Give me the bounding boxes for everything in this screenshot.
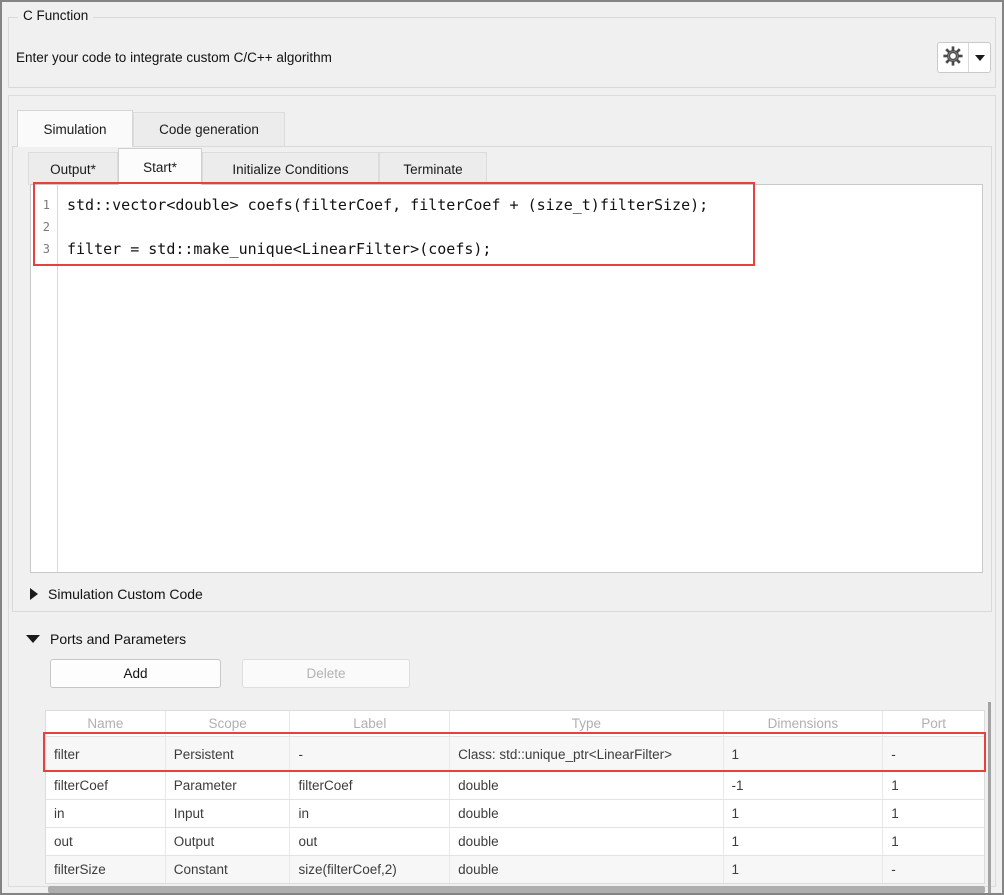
cell-dimensions[interactable]: 1 — [724, 737, 884, 771]
column-header-scope[interactable]: Scope — [166, 711, 291, 736]
cell-type[interactable]: Class: std::unique_ptr<LinearFilter> — [450, 737, 723, 771]
line-number: 1 — [31, 194, 57, 216]
add-button[interactable]: Add — [50, 659, 221, 688]
settings-split-button[interactable] — [937, 42, 991, 73]
cell-scope[interactable]: Input — [166, 800, 291, 827]
cell-name[interactable]: in — [46, 800, 166, 827]
column-header-port[interactable]: Port — [883, 711, 984, 736]
cell-label[interactable]: filterCoef — [290, 772, 450, 799]
cell-name[interactable]: filter — [46, 737, 166, 771]
tab-terminate-label: Terminate — [403, 162, 462, 177]
settings-button[interactable] — [938, 43, 969, 72]
code-line: filter = std::make_unique<LinearFilter>(… — [67, 238, 982, 260]
caret-down-icon — [975, 55, 985, 61]
c-function-dialog: C Function Enter your code to integrate … — [0, 0, 1004, 895]
cell-port[interactable]: 1 — [883, 800, 984, 827]
cell-dimensions[interactable]: 1 — [724, 856, 884, 883]
cell-port[interactable]: - — [883, 856, 984, 883]
triangle-right-icon — [30, 588, 38, 600]
gear-icon — [943, 46, 963, 69]
table-row-filter[interactable]: filter Persistent - Class: std::unique_p… — [46, 736, 984, 771]
tab-output-label: Output* — [50, 162, 96, 177]
cell-port[interactable]: 1 — [883, 828, 984, 855]
table-row-filtercoef[interactable]: filterCoef Parameter filterCoef double -… — [46, 771, 984, 799]
cell-name[interactable]: filterCoef — [46, 772, 166, 799]
table-header-row: Name Scope Label Type Dimensions Port — [46, 711, 984, 736]
cell-label[interactable]: - — [290, 737, 450, 771]
dialog-description: Enter your code to integrate custom C/C+… — [16, 50, 332, 65]
cell-type[interactable]: double — [450, 828, 723, 855]
cell-scope[interactable]: Constant — [166, 856, 291, 883]
tab-initialize-conditions[interactable]: Initialize Conditions — [202, 152, 379, 185]
cell-name[interactable]: out — [46, 828, 166, 855]
add-button-label: Add — [123, 666, 147, 681]
cell-label[interactable]: in — [290, 800, 450, 827]
tab-start-label: Start* — [143, 160, 177, 175]
tab-terminate[interactable]: Terminate — [379, 152, 487, 185]
tab-simulation-label: Simulation — [43, 122, 106, 137]
simulation-custom-code-label: Simulation Custom Code — [48, 586, 203, 602]
tab-code-generation-label: Code generation — [159, 122, 259, 137]
delete-button-label: Delete — [306, 666, 345, 681]
tab-start[interactable]: Start* — [118, 148, 202, 185]
table-vertical-scrollbar[interactable] — [988, 702, 991, 893]
code-line: std::vector<double> coefs(filterCoef, fi… — [67, 194, 982, 216]
cell-label[interactable]: size(filterCoef,2) — [290, 856, 450, 883]
delete-button[interactable]: Delete — [242, 659, 410, 688]
cell-port[interactable]: 1 — [883, 772, 984, 799]
cell-dimensions[interactable]: 1 — [724, 800, 884, 827]
column-header-dimensions[interactable]: Dimensions — [724, 711, 884, 736]
table-row-in[interactable]: in Input in double 1 1 — [46, 799, 984, 827]
cell-name[interactable]: filterSize — [46, 856, 166, 883]
table-row-filtersize[interactable]: filterSize Constant size(filterCoef,2) d… — [46, 855, 984, 883]
code-line — [67, 216, 982, 238]
dialog-title: C Function — [18, 8, 93, 23]
code-editor[interactable]: 1 2 3 std::vector<double> coefs(filterCo… — [30, 184, 983, 573]
cell-scope[interactable]: Parameter — [166, 772, 291, 799]
code-text-area[interactable]: std::vector<double> coefs(filterCoef, fi… — [58, 185, 982, 572]
ports-and-parameters-section[interactable]: Ports and Parameters — [26, 629, 186, 649]
triangle-down-icon — [26, 635, 40, 643]
cell-label[interactable]: out — [290, 828, 450, 855]
column-header-name[interactable]: Name — [46, 711, 166, 736]
cell-type[interactable]: double — [450, 772, 723, 799]
cell-type[interactable]: double — [450, 856, 723, 883]
line-number-gutter: 1 2 3 — [31, 185, 58, 572]
column-header-label[interactable]: Label — [290, 711, 450, 736]
cell-scope[interactable]: Persistent — [166, 737, 291, 771]
tab-code-generation[interactable]: Code generation — [133, 112, 285, 146]
tab-output[interactable]: Output* — [28, 152, 118, 185]
tab-simulation[interactable]: Simulation — [17, 110, 133, 147]
table-horizontal-scrollbar[interactable] — [48, 886, 985, 893]
ports-and-parameters-label: Ports and Parameters — [50, 631, 186, 647]
table-row-out[interactable]: out Output out double 1 1 — [46, 827, 984, 855]
tab-initialize-conditions-label: Initialize Conditions — [232, 162, 348, 177]
cell-port[interactable]: - — [883, 737, 984, 771]
line-number: 2 — [31, 216, 57, 238]
cell-scope[interactable]: Output — [166, 828, 291, 855]
settings-menu-arrow[interactable] — [969, 55, 990, 61]
cell-dimensions[interactable]: 1 — [724, 828, 884, 855]
ports-parameters-table: Name Scope Label Type Dimensions Port fi… — [45, 710, 985, 884]
line-number: 3 — [31, 238, 57, 260]
column-header-type[interactable]: Type — [450, 711, 723, 736]
simulation-custom-code-section[interactable]: Simulation Custom Code — [30, 584, 203, 604]
cell-type[interactable]: double — [450, 800, 723, 827]
cell-dimensions[interactable]: -1 — [724, 772, 884, 799]
